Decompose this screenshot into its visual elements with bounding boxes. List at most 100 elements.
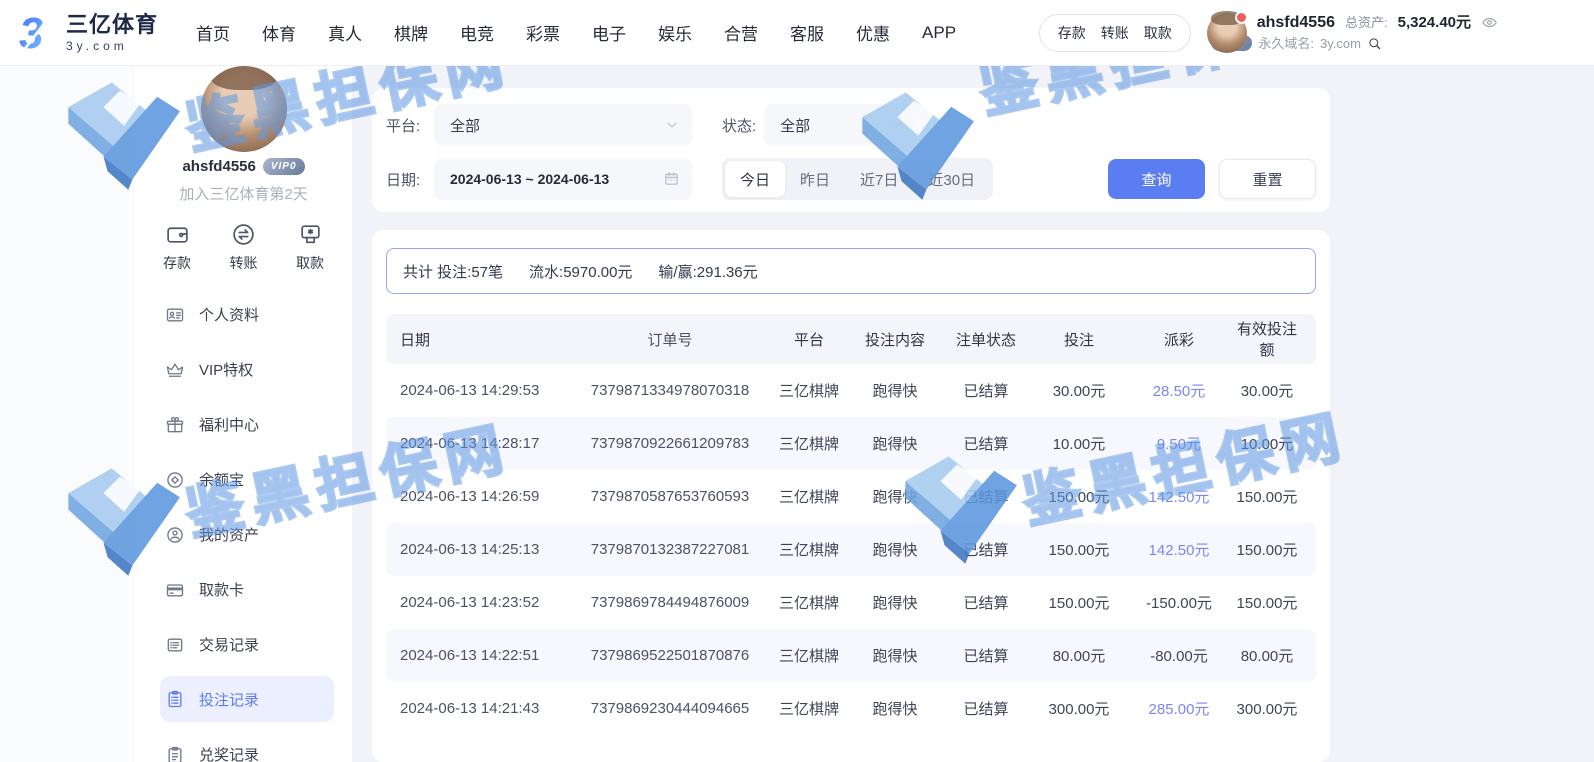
quick-action-deposit[interactable]: 存款 xyxy=(163,222,191,273)
summary-item: 输/赢:291.36元 xyxy=(658,261,757,282)
table-row: 2024-06-13 14:21:43 7379869230444094665 … xyxy=(386,682,1316,735)
status-value: 全部 xyxy=(780,115,810,136)
bank-card-icon xyxy=(165,580,185,600)
search-icon[interactable] xyxy=(1367,36,1382,51)
nav-item[interactable]: 优惠 xyxy=(840,20,906,45)
nav-item[interactable]: 合营 xyxy=(708,20,774,45)
nav-item[interactable]: 彩票 xyxy=(510,20,576,45)
cell-payout: -80.00元 xyxy=(1126,645,1232,666)
quick-range-chip[interactable]: 今日 xyxy=(725,161,785,197)
nav-item[interactable]: APP xyxy=(906,23,972,43)
wallet-action[interactable]: 取款 xyxy=(1144,23,1172,43)
profile-avatar xyxy=(201,66,287,152)
table-row: 2024-06-13 14:28:17 7379870922661209783 … xyxy=(386,417,1316,470)
quick-range-chip[interactable]: 昨日 xyxy=(785,161,845,197)
domain-value: 3y.com xyxy=(1320,37,1361,50)
status-label: 状态: xyxy=(722,115,756,136)
quick-action-transfer[interactable]: 转账 xyxy=(230,222,258,273)
quick-range-chip[interactable]: 近30日 xyxy=(913,161,990,197)
quick-range-chip[interactable]: 近7日 xyxy=(845,161,913,197)
notification-dot xyxy=(1235,11,1248,24)
nav-item[interactable]: 真人 xyxy=(312,20,378,45)
cell-order-number: 7379869784494876009 xyxy=(572,594,768,611)
cell-valid-amount: 150.00元 xyxy=(1232,592,1302,613)
user-block: ahsfd4556 总资产: 5,324.40元 VIP0 永久域名: 3y.c… xyxy=(1207,13,1498,53)
cell-platform: 三亿棋牌 xyxy=(768,380,850,401)
cell-platform: 三亿棋牌 xyxy=(768,433,850,454)
cell-bet-content: 跑得快 xyxy=(850,433,940,454)
cell-valid-amount: 10.00元 xyxy=(1232,433,1302,454)
platform-value: 全部 xyxy=(450,115,480,136)
nav-item[interactable]: 电子 xyxy=(576,20,642,45)
wallet-action[interactable]: 存款 xyxy=(1058,23,1086,43)
wallet-action[interactable]: 转账 xyxy=(1101,23,1129,43)
cell-valid-amount: 80.00元 xyxy=(1232,645,1302,666)
sidebar-item-welfare-center[interactable]: 福利中心 xyxy=(160,397,334,452)
brand-logo[interactable]: 3 三亿体育 3y.com xyxy=(14,10,158,56)
sidebar-item-label: 交易记录 xyxy=(199,634,259,655)
gift-icon xyxy=(165,415,185,435)
sidebar-item-profile[interactable]: 个人资料 xyxy=(160,287,334,342)
atm-icon xyxy=(298,222,323,247)
sidebar-item-vip-privilege[interactable]: VIP特权 xyxy=(160,342,334,397)
nav-item[interactable]: 棋牌 xyxy=(378,20,444,45)
column-header: 有效投注额 xyxy=(1232,318,1302,360)
cell-bet-amount: 10.00元 xyxy=(1032,433,1126,454)
sidebar-item-label: 兑奖记录 xyxy=(199,744,259,762)
nav-item[interactable]: 首页 xyxy=(180,20,246,45)
top-header: 3 三亿体育 3y.com 首页体育真人棋牌电竞彩票电子娱乐合营客服优惠APP … xyxy=(0,0,1594,66)
quick-action-withdraw[interactable]: 取款 xyxy=(296,222,324,273)
date-range-input[interactable]: 2024-06-13 ~ 2024-06-13 xyxy=(434,158,692,200)
cell-valid-amount: 150.00元 xyxy=(1232,486,1302,507)
cell-payout: 142.50元 xyxy=(1126,486,1232,507)
quick-action-label: 存款 xyxy=(163,253,191,273)
sidebar-item-yuebao[interactable]: 余额宝 xyxy=(160,452,334,507)
nav-item[interactable]: 客服 xyxy=(774,20,840,45)
transaction-icon xyxy=(165,635,185,655)
wallet-icon xyxy=(165,222,190,247)
nav-item[interactable]: 娱乐 xyxy=(642,20,708,45)
status-select[interactable]: 全部 xyxy=(764,104,916,146)
platform-select[interactable]: 全部 xyxy=(434,104,692,146)
search-button[interactable]: 查询 xyxy=(1108,159,1205,199)
cell-valid-amount: 30.00元 xyxy=(1232,380,1302,401)
avatar[interactable] xyxy=(1207,13,1247,53)
sidebar-item-my-assets[interactable]: 我的资产 xyxy=(160,507,334,562)
reset-button[interactable]: 重置 xyxy=(1219,159,1316,199)
sidebar-item-label: 福利中心 xyxy=(199,414,259,435)
calendar-icon xyxy=(663,170,680,187)
page: 鉴黑担保网 鉴黑担保网 鉴黑担保网 鉴黑担保网 3 三亿体育 3y.com 首页… xyxy=(0,0,1594,762)
cell-bet-amount: 300.00元 xyxy=(1032,698,1126,719)
cell-order-number: 7379870922661209783 xyxy=(572,435,768,452)
bet-records-table: 日期订单号平台投注内容注单状态投注派彩有效投注额 2024-06-13 14:2… xyxy=(386,314,1316,735)
assets-icon xyxy=(165,525,185,545)
sidebar-item-label: 余额宝 xyxy=(199,469,244,490)
cell-bet-content: 跑得快 xyxy=(850,380,940,401)
nav-item[interactable]: 体育 xyxy=(246,20,312,45)
sidebar-username: ahsfd4556 xyxy=(182,158,255,175)
left-margin xyxy=(0,66,135,762)
column-header: 订单号 xyxy=(572,329,768,350)
cell-order-number: 7379869522501870876 xyxy=(572,647,768,664)
quick-actions: 存款 转账 取款 xyxy=(163,222,324,273)
brand-domain: 3y.com xyxy=(66,40,158,52)
sidebar-item-bet-records[interactable]: 投注记录 xyxy=(160,676,334,722)
cell-bet-content: 跑得快 xyxy=(850,592,940,613)
cell-order-number: 7379869230444094665 xyxy=(572,700,768,717)
cell-order-number: 7379870132387227081 xyxy=(572,541,768,558)
sidebar-menu: 个人资料 VIP特权 福利中心 余额宝 我的资产 取款卡 交易记录 投注记录 兑… xyxy=(135,287,352,762)
sidebar-item-transaction-records[interactable]: 交易记录 xyxy=(160,617,334,672)
nav-item[interactable]: 电竞 xyxy=(444,20,510,45)
eye-icon[interactable] xyxy=(1481,14,1498,31)
cell-bet-content: 跑得快 xyxy=(850,539,940,560)
table-row: 2024-06-13 14:22:51 7379869522501870876 … xyxy=(386,629,1316,682)
cell-payout: -150.00元 xyxy=(1126,592,1232,613)
sidebar-item-label: VIP特权 xyxy=(199,359,253,380)
brand-mark-icon: 3 xyxy=(14,10,60,56)
quick-range-group: 今日昨日近7日近30日 xyxy=(722,158,993,200)
summary-bar: 共计 投注:57笔流水:5970.00元输/赢:291.36元 xyxy=(386,248,1316,294)
sidebar-item-redeem-records[interactable]: 兑奖记录 xyxy=(160,727,334,762)
cell-payout: 28.50元 xyxy=(1126,380,1232,401)
id-card-icon xyxy=(165,305,185,325)
sidebar-item-withdraw-card[interactable]: 取款卡 xyxy=(160,562,334,617)
